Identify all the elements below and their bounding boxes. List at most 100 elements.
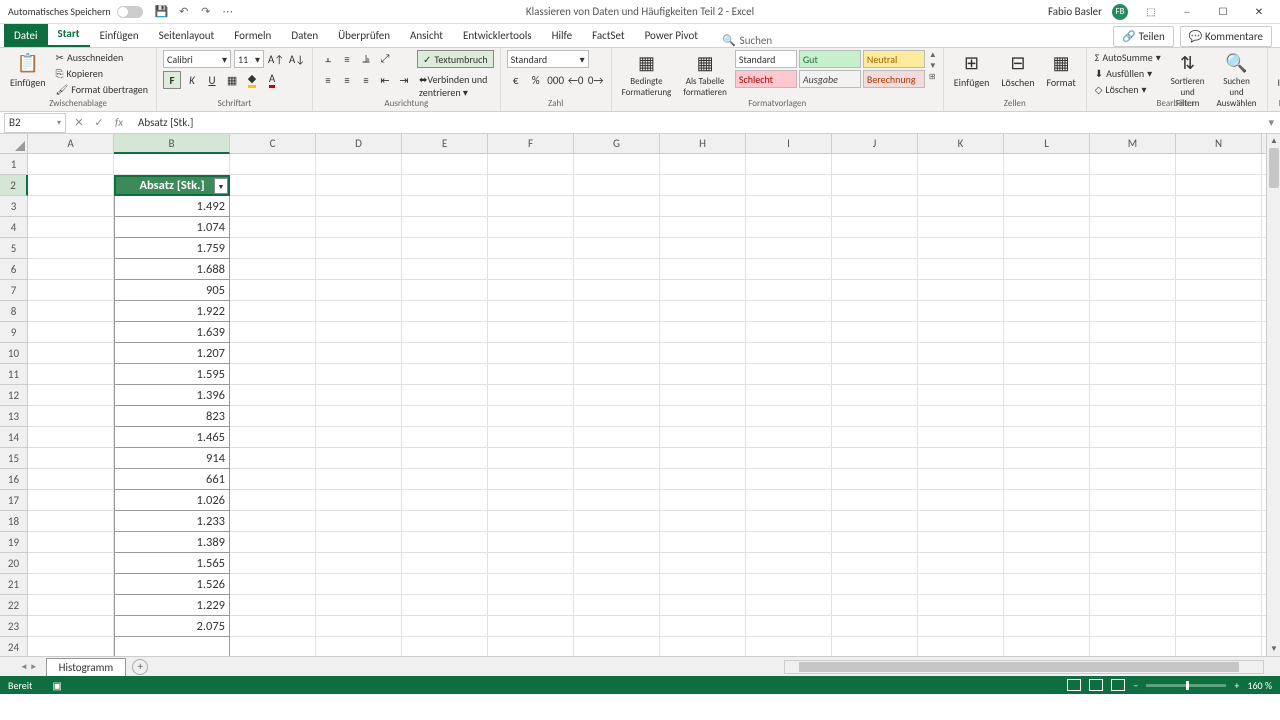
- row-header-5[interactable]: 5: [0, 238, 28, 259]
- cell-I18[interactable]: [746, 511, 832, 532]
- cell-B17[interactable]: 1.026: [114, 490, 230, 511]
- cell-G12[interactable]: [574, 385, 660, 406]
- font-name-select[interactable]: Calibri▾: [163, 50, 231, 68]
- cell-B12[interactable]: 1.396: [114, 385, 230, 406]
- cell-H15[interactable]: [660, 448, 746, 469]
- scroll-up-icon[interactable]: ▲: [1267, 134, 1280, 148]
- column-header-N[interactable]: N: [1176, 134, 1262, 154]
- column-header-L[interactable]: L: [1004, 134, 1090, 154]
- tab-view[interactable]: Ansicht: [400, 24, 453, 47]
- cell-M4[interactable]: [1090, 217, 1176, 238]
- row-header-9[interactable]: 9: [0, 322, 28, 343]
- cell-G14[interactable]: [574, 427, 660, 448]
- cell-K12[interactable]: [918, 385, 1004, 406]
- cell-C15[interactable]: [230, 448, 316, 469]
- cell-J10[interactable]: [832, 343, 918, 364]
- cell-I7[interactable]: [746, 280, 832, 301]
- align-left-icon[interactable]: ≡: [319, 71, 337, 89]
- cell-B3[interactable]: 1.492: [114, 196, 230, 217]
- cell-B11[interactable]: 1.595: [114, 364, 230, 385]
- cell-M2[interactable]: [1090, 175, 1176, 196]
- cell-C6[interactable]: [230, 259, 316, 280]
- cell-A22[interactable]: [28, 595, 114, 616]
- cell-A23[interactable]: [28, 616, 114, 637]
- cell-G18[interactable]: [574, 511, 660, 532]
- insert-cells-button[interactable]: ⊞Einfügen: [950, 50, 994, 91]
- cell-K14[interactable]: [918, 427, 1004, 448]
- cell-J19[interactable]: [832, 532, 918, 553]
- cell-J8[interactable]: [832, 301, 918, 322]
- cell-A6[interactable]: [28, 259, 114, 280]
- cell-L14[interactable]: [1004, 427, 1090, 448]
- cell-N9[interactable]: [1176, 322, 1262, 343]
- cell-C4[interactable]: [230, 217, 316, 238]
- formula-input[interactable]: Absatz [Stk.]: [132, 116, 1262, 129]
- cell-E3[interactable]: [402, 196, 488, 217]
- column-header-J[interactable]: J: [832, 134, 918, 154]
- cell-A1[interactable]: [28, 154, 114, 175]
- cell-C1[interactable]: [230, 154, 316, 175]
- cell-M23[interactable]: [1090, 616, 1176, 637]
- decrease-font-icon[interactable]: A↓: [288, 50, 306, 68]
- cell-L1[interactable]: [1004, 154, 1090, 175]
- cell-K19[interactable]: [918, 532, 1004, 553]
- cell-N3[interactable]: [1176, 196, 1262, 217]
- cell-C3[interactable]: [230, 196, 316, 217]
- cell-A3[interactable]: [28, 196, 114, 217]
- cell-B22[interactable]: 1.229: [114, 595, 230, 616]
- cell-M21[interactable]: [1090, 574, 1176, 595]
- cell-N19[interactable]: [1176, 532, 1262, 553]
- cell-D23[interactable]: [316, 616, 402, 637]
- name-box[interactable]: B2▾: [4, 113, 66, 133]
- cell-H2[interactable]: [660, 175, 746, 196]
- cell-C24[interactable]: [230, 637, 316, 656]
- cell-I15[interactable]: [746, 448, 832, 469]
- cell-L16[interactable]: [1004, 469, 1090, 490]
- cell-L5[interactable]: [1004, 238, 1090, 259]
- avatar[interactable]: FB: [1112, 4, 1128, 20]
- fx-icon[interactable]: fx: [110, 114, 128, 132]
- cell-C9[interactable]: [230, 322, 316, 343]
- row-header-15[interactable]: 15: [0, 448, 28, 469]
- row-header-11[interactable]: 11: [0, 364, 28, 385]
- horizontal-scrollbar[interactable]: [784, 660, 1264, 674]
- qat-customize-icon[interactable]: ⋯: [221, 5, 235, 19]
- styles-more-icon[interactable]: ⊞: [929, 72, 937, 82]
- cell-B20[interactable]: 1.565: [114, 553, 230, 574]
- maximize-button[interactable]: ☐: [1210, 2, 1236, 22]
- cell-I22[interactable]: [746, 595, 832, 616]
- cell-A13[interactable]: [28, 406, 114, 427]
- cell-E19[interactable]: [402, 532, 488, 553]
- cell-K16[interactable]: [918, 469, 1004, 490]
- cell-K18[interactable]: [918, 511, 1004, 532]
- cell-M8[interactable]: [1090, 301, 1176, 322]
- cell-J23[interactable]: [832, 616, 918, 637]
- cell-E17[interactable]: [402, 490, 488, 511]
- cell-C17[interactable]: [230, 490, 316, 511]
- cell-K17[interactable]: [918, 490, 1004, 511]
- cell-M9[interactable]: [1090, 322, 1176, 343]
- cell-J17[interactable]: [832, 490, 918, 511]
- cell-N1[interactable]: [1176, 154, 1262, 175]
- cell-A7[interactable]: [28, 280, 114, 301]
- cell-C10[interactable]: [230, 343, 316, 364]
- cell-I8[interactable]: [746, 301, 832, 322]
- column-header-H[interactable]: H: [660, 134, 746, 154]
- cell-K5[interactable]: [918, 238, 1004, 259]
- cell-B4[interactable]: 1.074: [114, 217, 230, 238]
- decrease-decimal-icon[interactable]: 0→: [587, 71, 605, 89]
- tab-home[interactable]: Start: [48, 22, 90, 47]
- column-header-A[interactable]: A: [28, 134, 114, 154]
- cell-E21[interactable]: [402, 574, 488, 595]
- cell-A4[interactable]: [28, 217, 114, 238]
- cell-N6[interactable]: [1176, 259, 1262, 280]
- cell-G8[interactable]: [574, 301, 660, 322]
- cell-F17[interactable]: [488, 490, 574, 511]
- cell-J24[interactable]: [832, 637, 918, 656]
- cell-E13[interactable]: [402, 406, 488, 427]
- cell-K23[interactable]: [918, 616, 1004, 637]
- column-header-C[interactable]: C: [230, 134, 316, 154]
- cell-L21[interactable]: [1004, 574, 1090, 595]
- cell-E20[interactable]: [402, 553, 488, 574]
- cell-C14[interactable]: [230, 427, 316, 448]
